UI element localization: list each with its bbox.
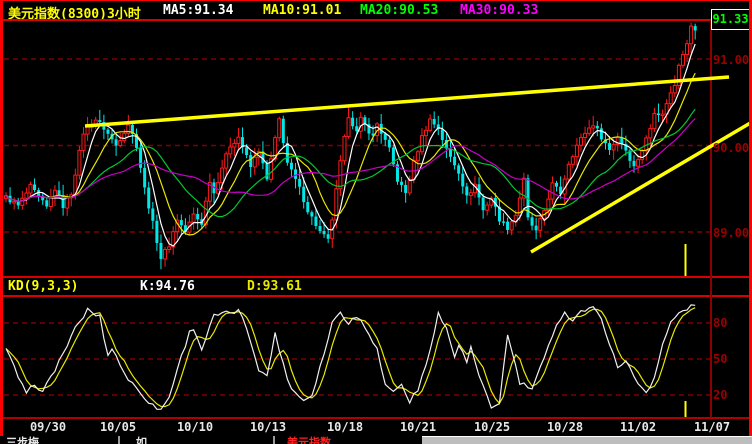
date-label: 10/10	[176, 420, 214, 434]
window-frame-top	[0, 0, 752, 1]
taskbar-item-2[interactable]: 如	[120, 436, 272, 444]
current-price-badge: 91.33	[711, 9, 750, 30]
kd-d-value: D:93.61	[247, 279, 302, 294]
kd-label-20: 20	[713, 388, 728, 402]
date-label: 10/18	[326, 420, 364, 434]
taskbar-divider-2	[273, 436, 275, 444]
date-label: 10/21	[399, 420, 437, 434]
taskbar-item-3[interactable]: 美元指数	[276, 436, 420, 444]
grid-lines	[4, 58, 710, 396]
window-frame-left	[0, 0, 3, 436]
date-label: 11/07	[693, 420, 731, 434]
taskbar-item-3-label: 美元指数	[287, 436, 331, 444]
price-label-91: 91.00	[713, 53, 750, 67]
date-label: 09/30	[29, 420, 67, 434]
taskbar-item-1[interactable]: 三步梅	[3, 436, 117, 444]
terminal-window: 美元指数(8300)3小时 MA5:91.34 MA10:91.01 MA20:…	[0, 0, 752, 444]
kd-indicator-label[interactable]: KD(9,3,3)	[8, 279, 78, 294]
date-label: 10/25	[473, 420, 511, 434]
chart-canvas[interactable]	[0, 0, 752, 444]
date-label: 11/02	[619, 420, 657, 434]
kd-label-80: 80	[713, 316, 728, 330]
kd-header: KD(9,3,3) K:94.76 D:93.61	[0, 278, 752, 295]
kd-lines	[5, 304, 696, 410]
kd-label-50: 50	[713, 352, 728, 366]
taskbar-tray[interactable]	[422, 436, 752, 444]
price-label-89: 89.00	[713, 226, 750, 240]
date-axis[interactable]: 09/30 10/05 10/10 10/13 10/18 10/21 10/25 10/28…	[0, 420, 752, 434]
date-label: 10/13	[249, 420, 287, 434]
taskbar-item-2-label: 如	[136, 436, 147, 444]
taskbar-item-1-label: 三步梅	[6, 436, 39, 444]
date-label: 10/28	[546, 420, 584, 434]
price-label-90: 90.00	[713, 141, 750, 155]
date-label: 10/05	[99, 420, 137, 434]
kd-k-value: K:94.76	[140, 279, 195, 294]
taskbar: 三步梅 如 美元指数	[0, 436, 752, 444]
